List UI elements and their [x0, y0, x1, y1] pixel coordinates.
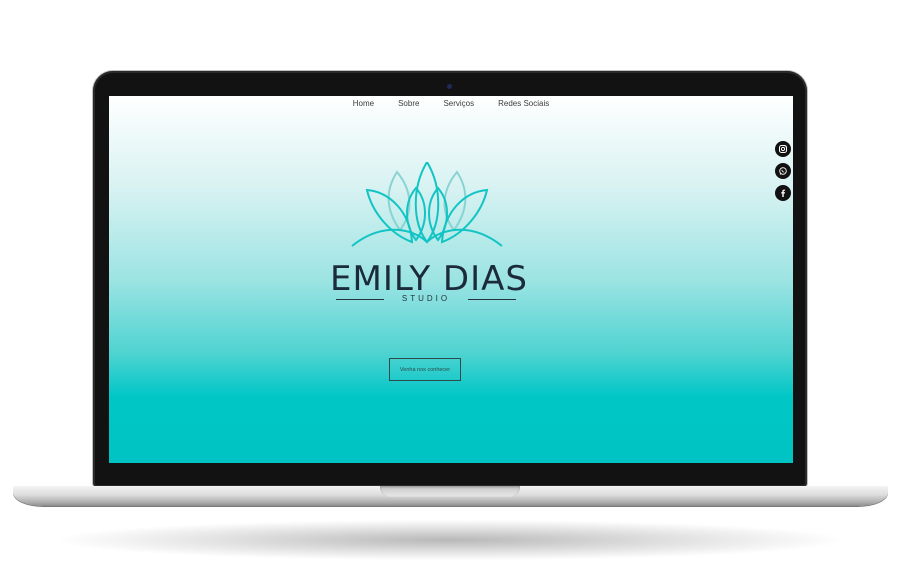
nav-item-redes-sociais[interactable]: Redes Sociais — [498, 99, 549, 108]
instagram-icon[interactable] — [775, 141, 791, 157]
nav-item-servicos[interactable]: Serviços — [443, 99, 474, 108]
brand-name: EMILY DIAS — [330, 259, 528, 299]
top-nav: Home Sobre Serviços Redes Sociais — [109, 99, 793, 108]
divider — [468, 299, 516, 300]
brand-subtitle-row: STUDIO — [336, 294, 516, 304]
nav-item-sobre[interactable]: Sobre — [398, 99, 419, 108]
facebook-icon[interactable] — [775, 185, 791, 201]
website-screen: Home Sobre Serviços Redes Sociais EMILY … — [109, 96, 793, 463]
lotus-logo-icon — [351, 162, 503, 247]
cta-button[interactable]: Venha nos conhecer — [389, 358, 461, 381]
laptop-notch — [380, 486, 520, 497]
nav-item-home[interactable]: Home — [353, 99, 374, 108]
laptop-shadow — [60, 520, 840, 560]
camera-icon — [447, 84, 452, 89]
social-links — [775, 141, 791, 201]
whatsapp-icon[interactable] — [775, 163, 791, 179]
